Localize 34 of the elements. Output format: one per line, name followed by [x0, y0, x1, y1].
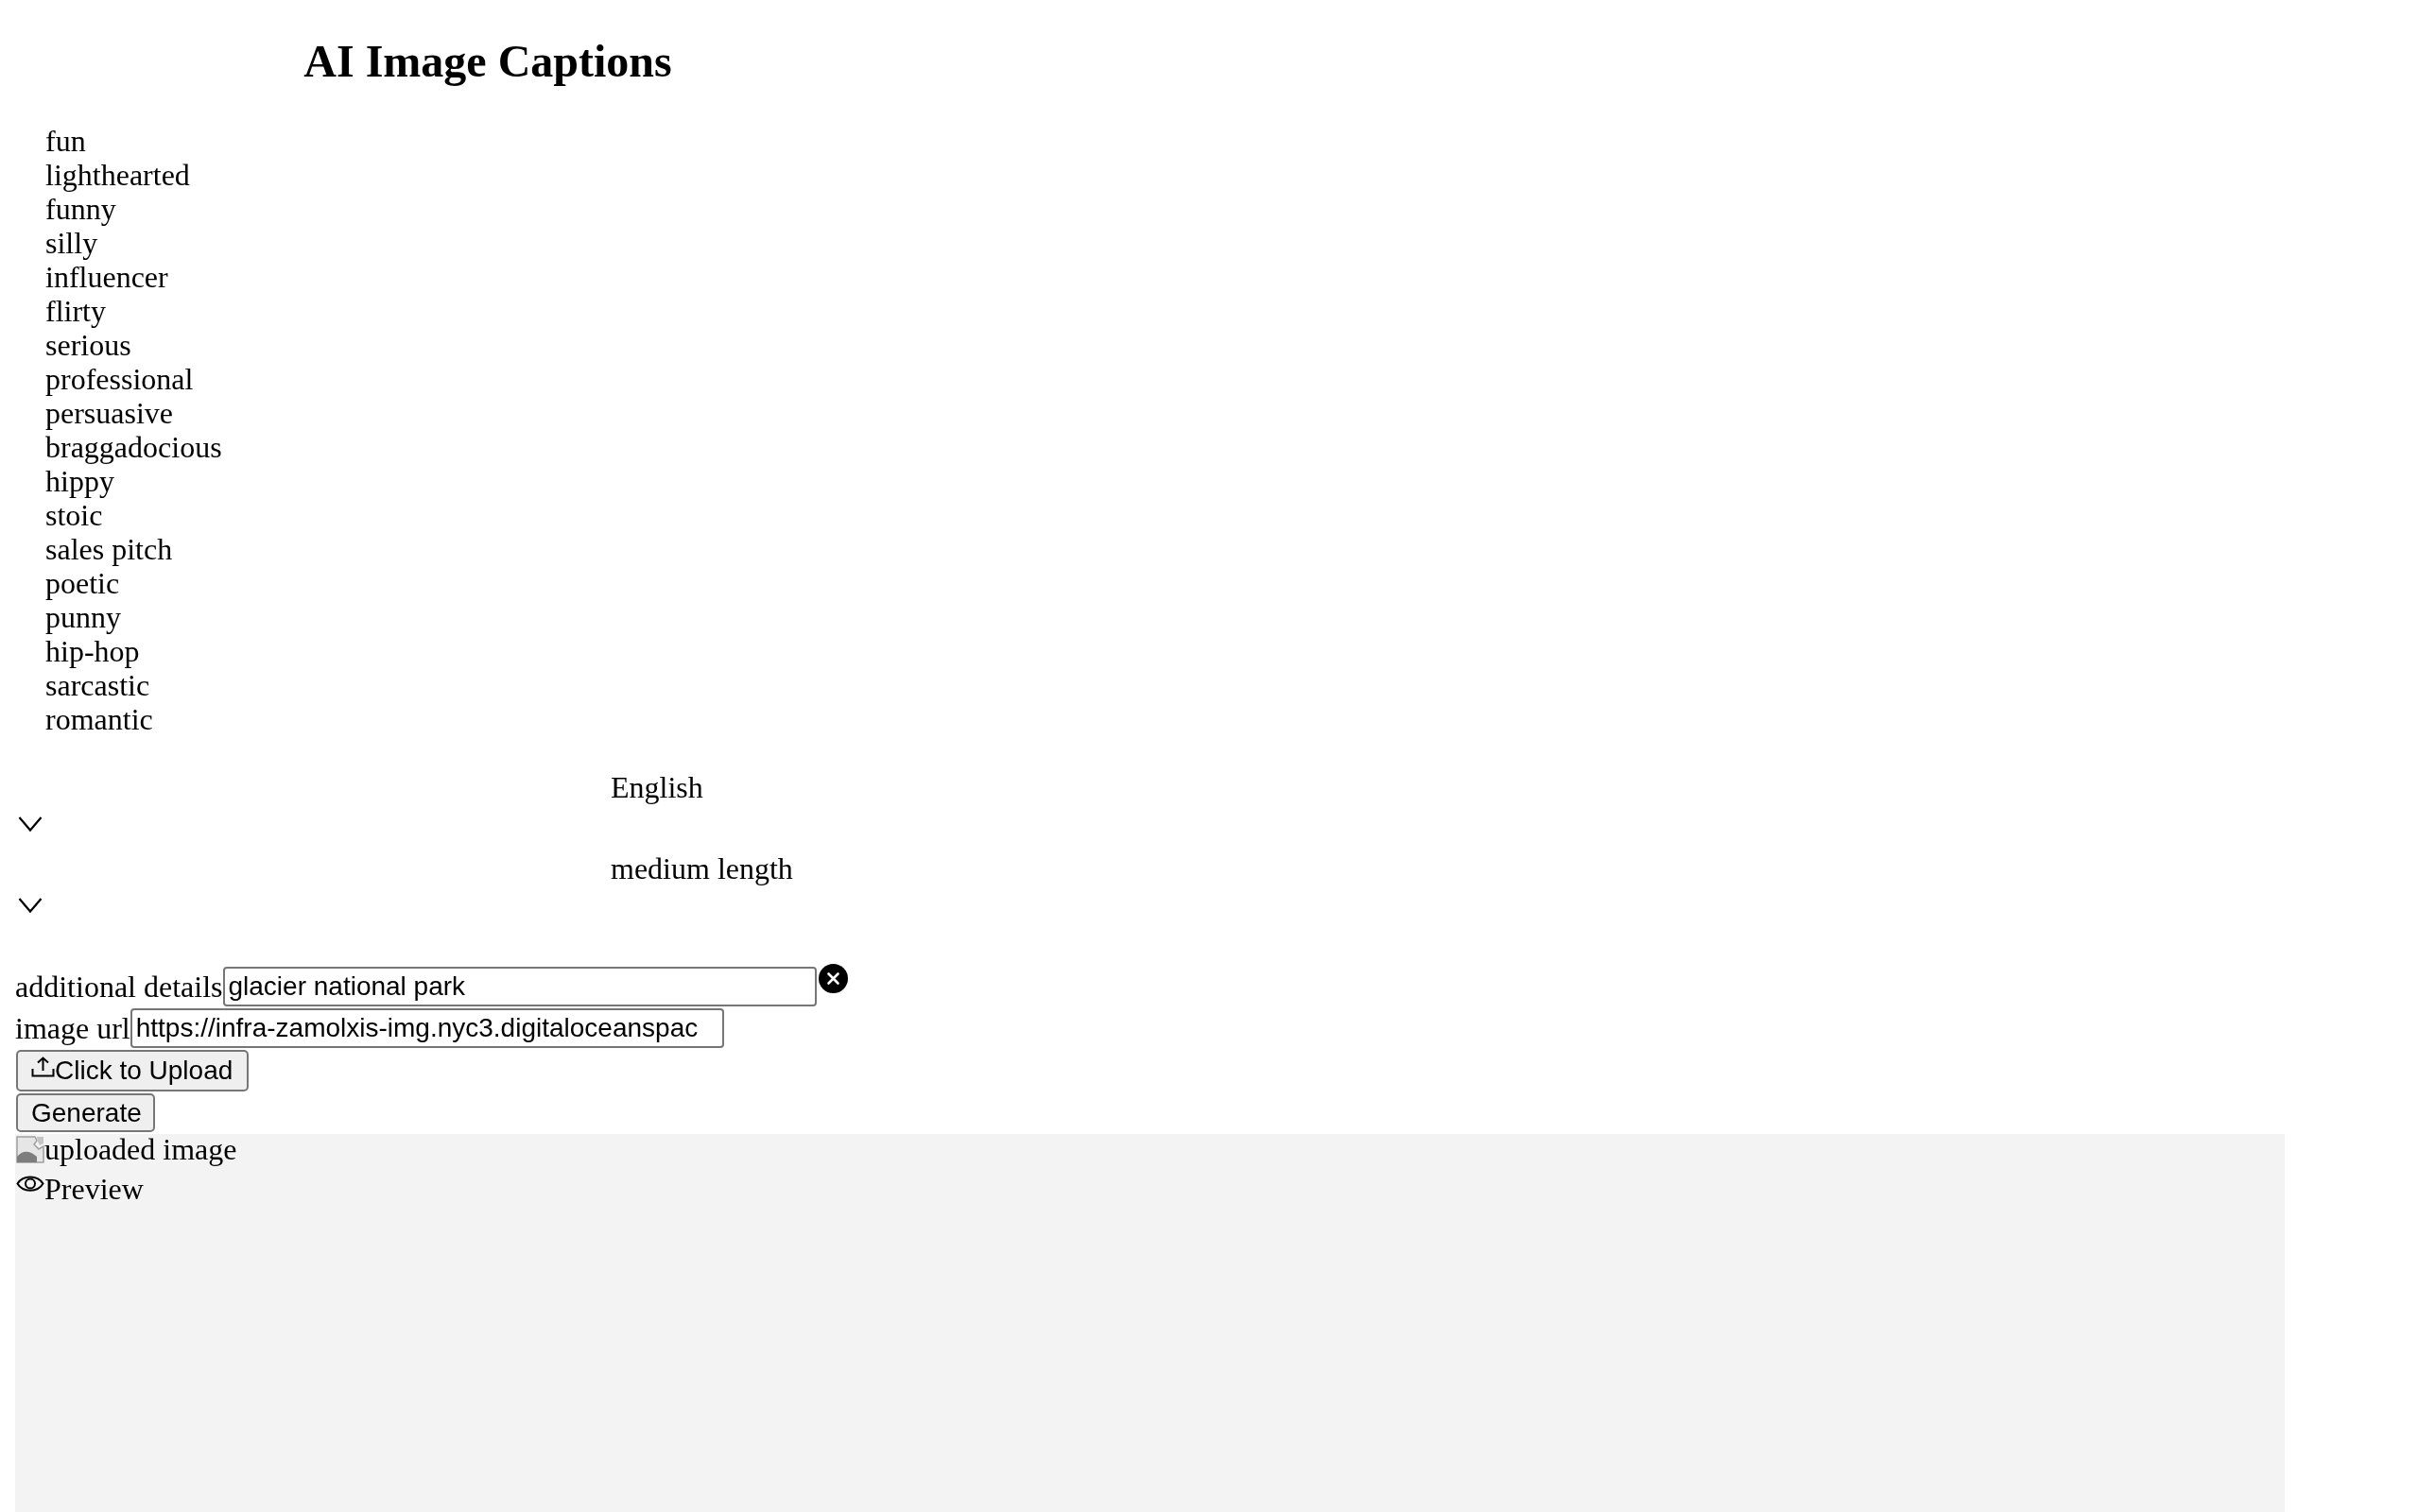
text-field[interactable]: glacier national park [222, 967, 817, 1006]
clear-icon[interactable] [818, 964, 848, 993]
broken-image-icon [16, 1136, 44, 1163]
page-title: AI Image Captions [303, 35, 672, 87]
tone-option[interactable]: hip-hop [45, 634, 140, 668]
chevron-down-icon[interactable] [18, 816, 43, 833]
tone-option[interactable]: braggadocious [45, 430, 222, 464]
tone-option[interactable]: funny [45, 192, 116, 226]
tone-option[interactable]: silly [45, 226, 98, 260]
tone-option[interactable]: influencer [45, 260, 168, 294]
tone-option[interactable]: sales pitch [45, 532, 173, 566]
upload-icon [31, 1057, 55, 1077]
preview-label: Preview [44, 1172, 144, 1206]
text-field[interactable]: https://infra-zamolxis-img.nyc3.digitaloceanspac [130, 1008, 724, 1048]
tone-option[interactable]: romantic [45, 702, 153, 736]
tone-option[interactable]: hippy [45, 464, 114, 498]
tone-option[interactable]: serious [45, 328, 131, 362]
image-alt-text: uploaded image [44, 1134, 237, 1164]
field-label: image url [15, 1010, 130, 1047]
upload-button[interactable]: Click to Upload [16, 1050, 250, 1091]
tone-option[interactable]: persuasive [45, 396, 174, 430]
tone-option[interactable]: lighthearted [45, 158, 190, 192]
dropdown-value[interactable]: medium length [611, 851, 793, 885]
chevron-down-icon[interactable] [18, 897, 43, 914]
tone-option[interactable]: stoic [45, 498, 103, 532]
tone-option[interactable]: poetic [45, 566, 120, 600]
tone-option[interactable]: fun [45, 124, 86, 158]
tone-option[interactable]: punny [45, 600, 121, 634]
field-label: additional details [15, 969, 223, 1005]
dropdown-value[interactable]: English [611, 770, 703, 804]
tone-option[interactable]: sarcastic [45, 668, 150, 702]
tone-option[interactable]: flirty [45, 294, 106, 328]
tone-option[interactable]: professional [45, 362, 194, 396]
generate-button[interactable]: Generate [16, 1093, 155, 1132]
